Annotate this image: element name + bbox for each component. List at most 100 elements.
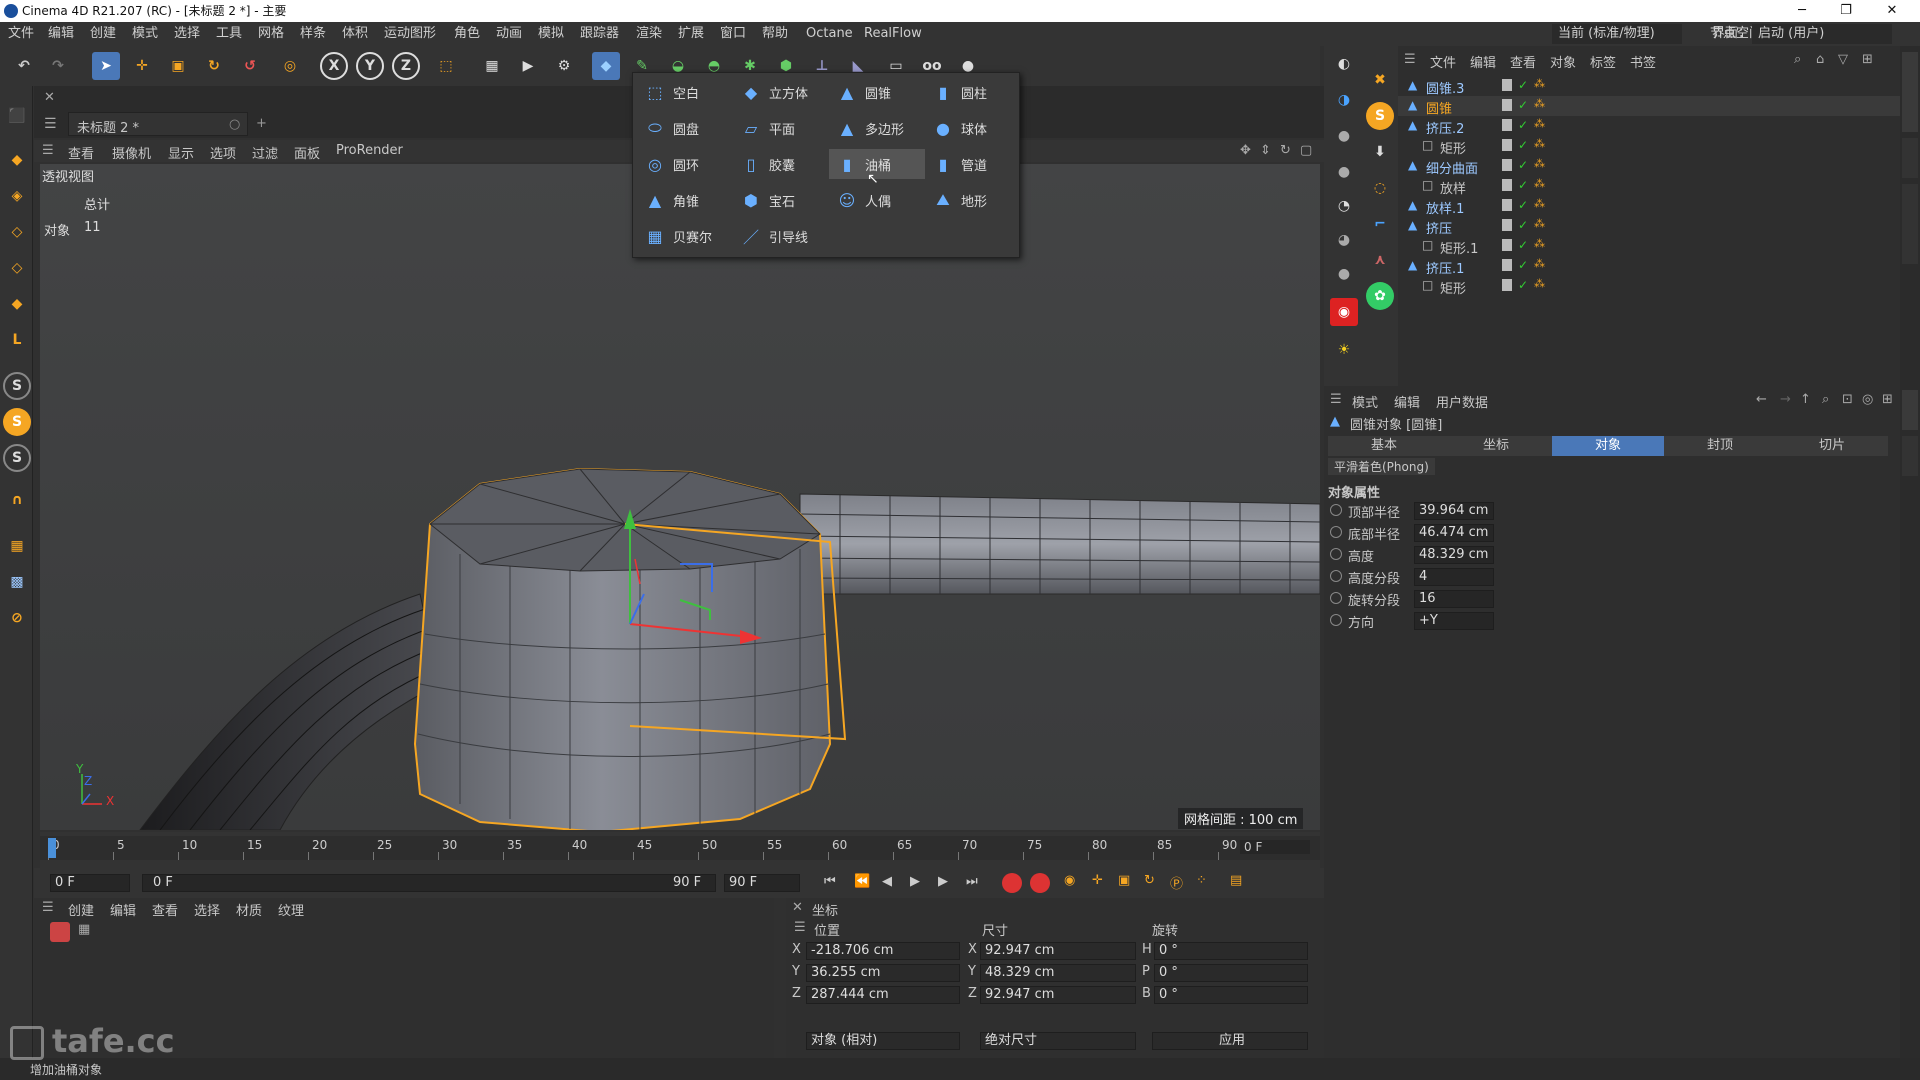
vp-zoom-icon[interactable]: ⇕ bbox=[1260, 143, 1271, 158]
perspective-viewport[interactable]: 透视视图 总计 对象 11 Y Z X 网格间距 : 100 cm bbox=[40, 164, 1320, 830]
menu-octane[interactable]: Octane bbox=[806, 22, 853, 46]
key-position-icon[interactable]: ✛ bbox=[1092, 873, 1103, 888]
dropdown-item-disc[interactable]: ⬭ 圆盘 bbox=[637, 113, 733, 143]
vtab-content[interactable] bbox=[1902, 184, 1918, 264]
attr-settings-icon[interactable]: ◎ bbox=[1862, 392, 1873, 407]
prev-key-icon[interactable]: ⏪ bbox=[854, 874, 870, 889]
coord-position-field[interactable]: 287.444 cm bbox=[806, 986, 960, 1004]
viewport-hamburger-icon[interactable]: ☰ bbox=[42, 143, 54, 158]
object-row[interactable]: □ 矩形 ✓ ⁂ bbox=[1398, 276, 1900, 297]
attr-tab[interactable]: 基本 bbox=[1328, 436, 1440, 456]
joint-icon[interactable]: ⋏ bbox=[1366, 246, 1394, 274]
s-outline-icon[interactable]: S bbox=[3, 444, 31, 472]
check-icon[interactable]: ✓ bbox=[1518, 178, 1528, 192]
layer-icon[interactable] bbox=[1502, 99, 1512, 111]
menu-render[interactable]: 渲染 bbox=[636, 22, 662, 46]
attr-up-icon[interactable]: ↑ bbox=[1800, 392, 1811, 407]
check-icon[interactable]: ✓ bbox=[1518, 158, 1528, 172]
layer-icon[interactable] bbox=[1502, 239, 1512, 251]
layer-icon[interactable] bbox=[1502, 159, 1512, 171]
play-icon[interactable]: ▶ bbox=[910, 874, 920, 889]
dropdown-item-bezier[interactable]: ▦ 贝赛尔 bbox=[637, 221, 733, 251]
menu-spline[interactable]: 样条 bbox=[300, 22, 326, 46]
z-axis-icon[interactable]: Z bbox=[392, 52, 420, 80]
dropdown-item-capsule[interactable]: ▯ 胶囊 bbox=[733, 149, 829, 179]
prev-frame-icon[interactable]: ◀ bbox=[882, 874, 892, 889]
s-scene-icon[interactable]: S bbox=[1366, 102, 1394, 130]
lasso-tool-icon[interactable]: ◎ bbox=[276, 52, 304, 80]
coord-hamburger-icon[interactable]: ☰ bbox=[794, 920, 806, 935]
attr-hamburger-icon[interactable]: ☰ bbox=[1330, 392, 1342, 407]
layer-icon[interactable] bbox=[1502, 79, 1512, 91]
next-frame-icon[interactable]: ▶ bbox=[938, 874, 948, 889]
make-editable-icon[interactable]: ⬛ bbox=[3, 102, 31, 130]
select-tool-icon[interactable]: ➤ bbox=[92, 52, 120, 80]
vp-menu-filter[interactable]: 过滤 bbox=[252, 143, 278, 162]
attr-prop-field[interactable]: 39.964 cm bbox=[1414, 502, 1494, 520]
render-view-icon[interactable]: ▦ bbox=[478, 52, 506, 80]
menu-character[interactable]: 角色 bbox=[454, 22, 480, 46]
object-row[interactable]: ▲ 圆锥.3 ✓ ⁂ bbox=[1398, 76, 1900, 97]
anim-toggle-icon[interactable] bbox=[1330, 592, 1342, 604]
dynamics-icon[interactable]: ✿ bbox=[1366, 282, 1394, 310]
octane-glossy-icon[interactable]: ◕ bbox=[1330, 226, 1358, 254]
points-mode-icon[interactable]: ◇ bbox=[3, 218, 31, 246]
dropdown-item-cylinder[interactable]: ▮ 圆柱 bbox=[925, 77, 1021, 107]
world-coord-icon[interactable]: ⬚ bbox=[432, 52, 460, 80]
anim-toggle-icon[interactable] bbox=[1330, 504, 1342, 516]
drop-icon[interactable]: ⬇ bbox=[1366, 138, 1394, 166]
tag-icon[interactable]: ⁂ bbox=[1534, 117, 1545, 130]
tab-close-icon[interactable]: ○ bbox=[229, 117, 240, 132]
menu-volume[interactable]: 体积 bbox=[342, 22, 368, 46]
render-picture-icon[interactable]: ▶ bbox=[514, 52, 542, 80]
vp-menu-prorender[interactable]: ProRender bbox=[336, 143, 403, 158]
vp-move-icon[interactable]: ✥ bbox=[1240, 143, 1251, 158]
octane-metal-icon[interactable]: ● bbox=[1330, 260, 1358, 288]
object-row[interactable]: □ 放样 ✓ ⁂ bbox=[1398, 176, 1900, 197]
dropdown-item-polygon[interactable]: ▲ 多边形 bbox=[829, 113, 925, 143]
tag-icon[interactable]: ⁂ bbox=[1534, 97, 1545, 110]
obj-menu-item[interactable]: 编辑 bbox=[1470, 52, 1496, 71]
vtab-attributes[interactable] bbox=[1902, 390, 1918, 430]
anim-toggle-icon[interactable] bbox=[1330, 526, 1342, 538]
tag-icon[interactable]: ⁂ bbox=[1534, 237, 1545, 250]
mat-menu-material[interactable]: 材质 bbox=[236, 900, 262, 919]
coord-size-field[interactable]: 92.947 cm bbox=[980, 942, 1136, 960]
layer-icon[interactable] bbox=[1502, 259, 1512, 271]
octane-sun-icon[interactable]: ☀ bbox=[1330, 336, 1358, 364]
tag-icon[interactable]: ⁂ bbox=[1534, 77, 1545, 90]
go-end-icon[interactable]: ⏭ bbox=[966, 874, 978, 889]
keyframe-select-icon[interactable]: ◉ bbox=[1064, 873, 1075, 888]
obj-menu-item[interactable]: 文件 bbox=[1430, 52, 1456, 71]
mat-menu-select[interactable]: 选择 bbox=[194, 900, 220, 919]
phong-tag[interactable]: 平滑着色(Phong) bbox=[1328, 458, 1435, 475]
dropdown-item-sphere[interactable]: ● 球体 bbox=[925, 113, 1021, 143]
anim-toggle-icon[interactable] bbox=[1330, 548, 1342, 560]
coord-rotation-field[interactable]: 0 ° bbox=[1154, 964, 1308, 982]
check-icon[interactable]: ✓ bbox=[1518, 278, 1528, 292]
new-tab-button[interactable]: + bbox=[256, 116, 267, 131]
move-tool-icon[interactable]: ✛ bbox=[128, 52, 156, 80]
attr-prop-field[interactable]: 16 bbox=[1414, 590, 1494, 608]
menu-animate[interactable]: 动画 bbox=[496, 22, 522, 46]
layer-icon[interactable] bbox=[1502, 139, 1512, 151]
dropdown-item-platonic[interactable]: ⬢ 宝石 bbox=[733, 185, 829, 215]
coord-rotation-field[interactable]: 0 ° bbox=[1154, 942, 1308, 960]
vp-menu-cameras[interactable]: 摄像机 bbox=[112, 143, 151, 162]
s-tool-icon[interactable]: S bbox=[3, 372, 31, 400]
tag-icon[interactable]: ⁂ bbox=[1534, 137, 1545, 150]
bend-icon[interactable]: ⌐ bbox=[1366, 210, 1394, 238]
attr-forward-icon[interactable]: → bbox=[1780, 392, 1791, 407]
rotate-tool-icon[interactable]: ↻ bbox=[200, 52, 228, 80]
dropdown-item-landscape[interactable]: ⛰ 地形 bbox=[925, 185, 1021, 215]
menu-file[interactable]: 文件 bbox=[8, 22, 34, 46]
attr-prop-field[interactable]: 4 bbox=[1414, 568, 1494, 586]
menu-help[interactable]: 帮助 bbox=[762, 22, 788, 46]
octane-ipr-icon[interactable]: ◑ bbox=[1330, 86, 1358, 114]
object-row[interactable]: □ 矩形.1 ✓ ⁂ bbox=[1398, 236, 1900, 257]
dropdown-item-tube[interactable]: ▮ 管道 bbox=[925, 149, 1021, 179]
menu-select[interactable]: 选择 bbox=[174, 22, 200, 46]
layout-select[interactable]: 启动 (用户) bbox=[1752, 24, 1892, 44]
start-frame-field[interactable]: 0 F bbox=[50, 874, 130, 892]
attr-newwin-icon[interactable]: ⊞ bbox=[1882, 392, 1893, 407]
